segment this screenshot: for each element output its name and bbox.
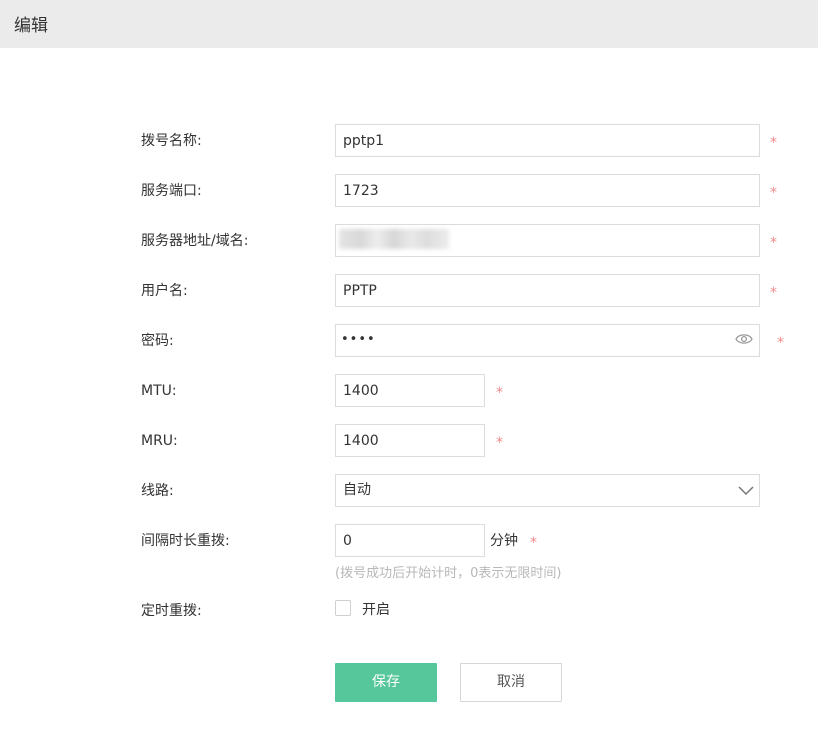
username-label: 用户名: xyxy=(141,283,188,299)
line-selected-value: 自动 xyxy=(343,482,371,498)
mru-input[interactable] xyxy=(335,424,485,457)
eye-icon[interactable] xyxy=(735,332,753,346)
save-button[interactable]: 保存 xyxy=(335,663,437,702)
required-mark: * xyxy=(770,185,777,201)
mtu-label: MTU: xyxy=(141,383,177,399)
redacted-address xyxy=(339,229,449,249)
required-mark: * xyxy=(770,285,777,301)
redial-interval-unit: 分钟 xyxy=(490,533,518,549)
redial-interval-hint: (拨号成功后开始计时，0表示无限时间) xyxy=(335,566,562,581)
redial-interval-input[interactable] xyxy=(335,524,485,557)
password-input[interactable] xyxy=(335,324,760,357)
mru-label: MRU: xyxy=(141,433,178,449)
redial-interval-label: 间隔时长重拨: xyxy=(141,533,230,549)
dialog-header: 编辑 xyxy=(0,0,818,48)
required-mark: * xyxy=(530,535,537,551)
scheduled-redial-checkbox[interactable] xyxy=(335,600,351,616)
page-title: 编辑 xyxy=(14,16,48,36)
line-select[interactable]: 自动 xyxy=(335,474,760,507)
server-address-label: 服务器地址/域名: xyxy=(141,233,249,249)
chevron-down-icon[interactable] xyxy=(737,484,755,496)
line-label: 线路: xyxy=(141,483,174,499)
scheduled-redial-label: 定时重拨: xyxy=(141,603,202,619)
required-mark: * xyxy=(496,435,503,451)
required-mark: * xyxy=(496,385,503,401)
cancel-button[interactable]: 取消 xyxy=(460,663,562,702)
username-input[interactable] xyxy=(335,274,760,307)
password-label: 密码: xyxy=(141,333,174,349)
dial-name-input[interactable] xyxy=(335,124,760,157)
password-value: •••• xyxy=(341,332,376,347)
server-port-label: 服务端口: xyxy=(141,183,202,199)
scheduled-redial-option-label[interactable]: 开启 xyxy=(362,600,390,620)
required-mark: * xyxy=(770,135,777,151)
required-mark: * xyxy=(770,235,777,251)
server-port-input[interactable] xyxy=(335,174,760,207)
dial-name-label: 拨号名称: xyxy=(141,133,202,149)
mtu-input[interactable] xyxy=(335,374,485,407)
required-mark: * xyxy=(777,335,784,351)
